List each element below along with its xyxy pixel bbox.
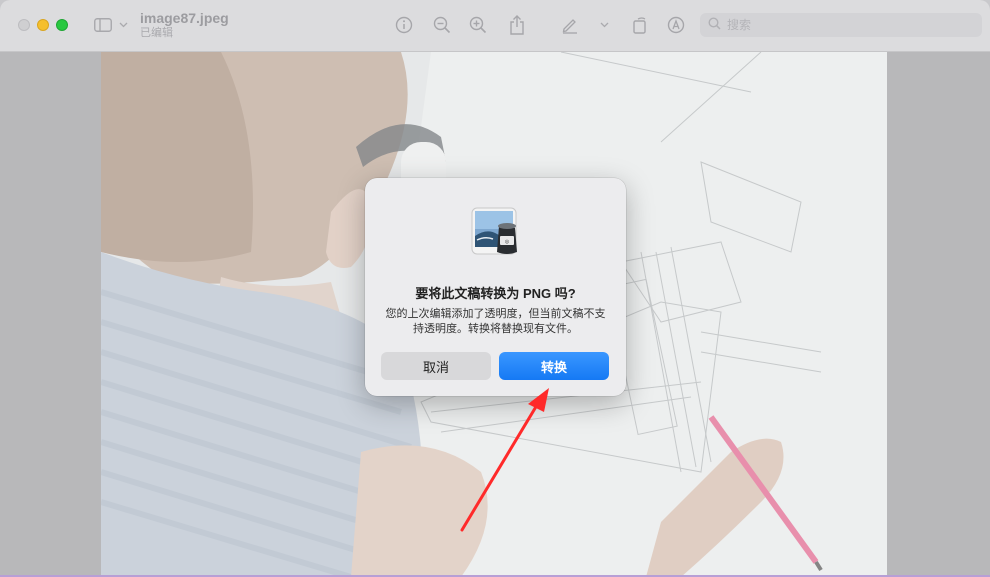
share-icon[interactable]	[507, 14, 527, 36]
preview-app-icon: ◎	[469, 206, 525, 258]
zoom-in-icon[interactable]	[468, 14, 488, 36]
zoom-out-icon[interactable]	[432, 14, 452, 36]
markup-pen-icon[interactable]	[560, 14, 580, 36]
minimize-button[interactable]	[37, 19, 49, 31]
preview-window: image87.jpeg 已编辑 搜索 ◎ 要将此文稿转换为 PNG 吗? 您的…	[0, 0, 990, 577]
convert-dialog: ◎ 要将此文稿转换为 PNG 吗? 您的上次编辑添加了透明度，但当前文稿不支持透…	[365, 178, 626, 396]
search-input[interactable]	[727, 18, 957, 32]
search-icon	[708, 17, 721, 33]
file-status: 已编辑	[140, 27, 173, 39]
cancel-button[interactable]: 取消	[381, 352, 491, 380]
rotate-icon[interactable]	[631, 14, 649, 36]
info-icon[interactable]	[394, 14, 414, 36]
close-button[interactable]	[18, 19, 30, 31]
dialog-title: 要将此文稿转换为 PNG 吗?	[415, 286, 576, 301]
svg-text:◎: ◎	[505, 239, 510, 245]
title-block: image87.jpeg 已编辑	[140, 10, 229, 40]
toolbar: image87.jpeg 已编辑	[0, 0, 990, 52]
chevron-down-icon[interactable]	[118, 14, 128, 36]
chevron-down-icon[interactable]	[598, 14, 610, 36]
sidebar-icon[interactable]	[93, 14, 113, 36]
markup-icon[interactable]	[666, 14, 686, 36]
search-field[interactable]	[700, 13, 982, 37]
maximize-button[interactable]	[56, 19, 68, 31]
dialog-message: 您的上次编辑添加了透明度，但当前文稿不支持透明度。转换将替换现有文件。	[385, 308, 606, 335]
convert-button[interactable]: 转换	[499, 352, 609, 380]
file-name[interactable]: image87.jpeg	[140, 10, 229, 26]
